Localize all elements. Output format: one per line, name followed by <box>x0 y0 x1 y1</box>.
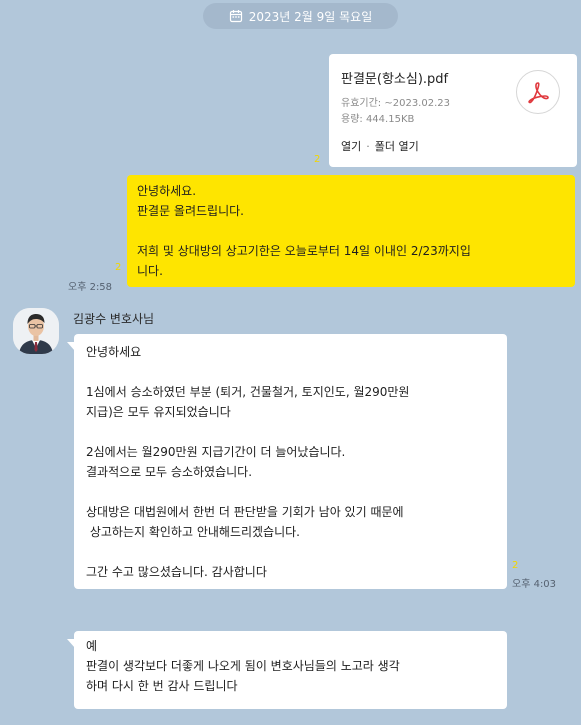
message-line: 저희 및 상대방의 상고기한은 오늘로부터 14일 이내인 2/23까지입 <box>137 244 471 258</box>
open-file-button[interactable]: 열기 <box>341 140 361 153</box>
sender-name: 김광수 변호사님 <box>73 312 155 326</box>
message-line: 2심에서는 월290만원 지급기간이 더 늘어났습니다. <box>86 445 346 459</box>
unread-count-file: 2 <box>314 154 321 165</box>
message-line: 판결이 생각보다 더좋게 나오게 됨이 변호사님들의 노고라 생각 <box>86 659 400 673</box>
message-line: 지급)은 모두 유지되었습니다 <box>86 405 231 419</box>
message-line: 그간 수고 많으셨습니다. 감사합니다 <box>86 565 267 579</box>
incoming-message-bubble[interactable]: 예 판결이 생각보다 더좋게 나오게 됨이 변호사님들의 노고라 생각 하며 다… <box>67 631 507 709</box>
message-line: 판결문 올려드립니다. <box>137 204 244 218</box>
message-line: 안녕하세요. <box>137 184 197 198</box>
sender-avatar[interactable] <box>13 308 59 354</box>
my-message-bubble[interactable]: 안녕하세요. 판결문 올려드립니다. 저희 및 상대방의 상고기한은 오늘로부터… <box>127 175 575 287</box>
message-time: 오후 2:58 <box>68 282 113 293</box>
message-line <box>137 221 565 241</box>
message-line: 상고하는지 확인하고 안내해드리겠습니다. <box>86 525 300 539</box>
pdf-icon[interactable] <box>516 70 560 114</box>
message-time: 오후 4:03 <box>512 579 557 590</box>
message-line: 예 <box>86 639 98 653</box>
unread-count-my-message: 2 <box>115 262 122 273</box>
unread-count-incoming: 2 <box>512 560 519 571</box>
file-message-card[interactable]: 판결문(항소심).pdf 유효기간: ~2023.02.23 용량: 444.1… <box>329 54 577 167</box>
open-folder-button[interactable]: 폴더 열기 <box>375 140 419 153</box>
message-line: 안녕하세요 <box>86 345 142 359</box>
message-line: 니다. <box>137 264 163 278</box>
action-separator: · <box>366 140 370 153</box>
message-line: 결과적으로 모두 승소하였습니다. <box>86 465 253 479</box>
message-line <box>86 482 495 502</box>
message-line <box>86 362 495 382</box>
bubble-tail <box>67 342 75 351</box>
calendar-icon <box>229 9 243 23</box>
date-separator: 2023년 2월 9일 목요일 <box>203 3 398 29</box>
message-line: 상대방은 대법원에서 한번 더 판단받을 기회가 남아 있기 때문에 <box>86 505 404 519</box>
message-line <box>86 542 495 562</box>
incoming-message-bubble[interactable]: 안녕하세요 1심에서 승소하였던 부분 (퇴거, 건물철거, 토지인도, 월29… <box>67 334 507 589</box>
file-actions: 열기 · 폴더 열기 <box>341 138 419 154</box>
message-line: 하며 다시 한 번 감사 드립니다 <box>86 679 238 693</box>
date-text: 2023년 2월 9일 목요일 <box>248 9 373 24</box>
message-line <box>86 422 495 442</box>
message-line: 1심에서 승소하였던 부분 (퇴거, 건물철거, 토지인도, 월290만원 <box>86 385 410 399</box>
bubble-tail <box>67 639 75 648</box>
file-size: 용량: 444.15KB <box>341 114 415 125</box>
